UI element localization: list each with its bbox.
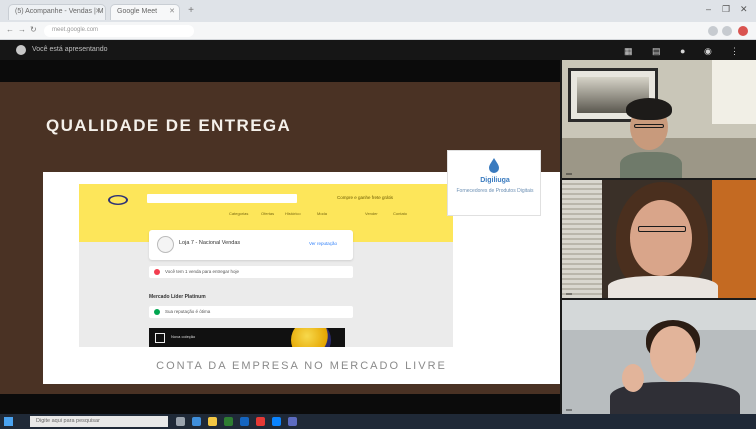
participant-tile[interactable]: [562, 180, 756, 298]
tab-label: (5) Acompanhe - Vendas | M: [15, 8, 104, 15]
row-text: Sua reputação é ótima: [165, 309, 211, 314]
store-card: Loja 7 - Nacional Vendas Ver reputação: [149, 230, 353, 260]
reload-icon[interactable]: ↻: [30, 25, 37, 34]
meet-presenting-bar: Você está apresentando ▦ ▤ ● ◉ ⋮: [0, 40, 756, 60]
list-item[interactable]: Você tem 1 venda para entregar hoje: [149, 266, 353, 278]
presenting-label: Você está apresentando: [32, 46, 108, 53]
close-window-button[interactable]: ✕: [740, 4, 748, 15]
forward-icon[interactable]: →: [18, 25, 26, 34]
participant-tile[interactable]: [562, 60, 756, 178]
outlook-icon[interactable]: [272, 417, 281, 426]
water-drop-icon: [489, 158, 499, 173]
shared-slide: QUALIDADE DE ENTREGA Compre e ganhe fret…: [0, 82, 560, 394]
extension-icon[interactable]: [722, 26, 732, 36]
mercado-livre-logo: [108, 195, 128, 205]
teams-icon[interactable]: [288, 417, 297, 426]
presenting-icon: [16, 45, 26, 55]
chat-icon[interactable]: ▤: [652, 46, 661, 57]
browser-tab-active[interactable]: Google Meet ✕: [110, 4, 180, 20]
tab-label: Google Meet: [117, 8, 158, 15]
promo-text: Compre e ganhe frete grátis: [337, 195, 394, 200]
banner-text: Nova coleção: [171, 334, 196, 339]
search-input[interactable]: [147, 194, 297, 203]
store-avatar: [157, 236, 174, 253]
participant-hair: [626, 98, 672, 120]
participant-face: [650, 326, 696, 382]
participant-hand: [622, 364, 644, 392]
taskbar-search-input[interactable]: Digite aqui para pesquisar: [30, 416, 168, 427]
logo-name: Digiliuga: [480, 177, 510, 184]
screen: (5) Acompanhe - Vendas | M ✕ Google Meet…: [0, 0, 756, 429]
chrome-icon[interactable]: [256, 417, 265, 426]
maximize-button[interactable]: ❐: [722, 4, 730, 15]
nav-item[interactable]: Moda: [317, 211, 327, 216]
grid-icon[interactable]: ▦: [624, 46, 633, 57]
brand-logo: [155, 333, 165, 343]
nav-item[interactable]: Ofertas: [261, 211, 274, 216]
more-icon[interactable]: ⋮: [730, 46, 739, 57]
logo-subtitle: Fornecedores de Produtos Digitais: [456, 188, 534, 194]
profile-avatar[interactable]: [738, 26, 748, 36]
check-icon: [154, 309, 160, 315]
nav-item[interactable]: Contato: [393, 211, 407, 216]
slide-caption: CONTA DA EMPRESA NO MERCADO LIVRE: [156, 360, 447, 372]
windows-start-icon[interactable]: [4, 417, 13, 426]
promo-banner[interactable]: Nova coleção: [149, 328, 345, 347]
edge-icon[interactable]: [192, 417, 201, 426]
glasses: [638, 226, 686, 232]
windows-taskbar: Digite aqui para pesquisar: [0, 414, 756, 429]
nav-item[interactable]: Categorias: [229, 211, 248, 216]
slide-top-margin: [0, 60, 560, 82]
slide-title: QUALIDADE DE ENTREGA: [46, 116, 292, 135]
participant-face: [630, 200, 692, 276]
close-icon[interactable]: ✕: [169, 7, 175, 15]
participant-name: [566, 409, 572, 411]
new-tab-button[interactable]: +: [184, 5, 198, 17]
participant-name: [566, 173, 572, 175]
slide-bottom-margin: [0, 394, 560, 414]
participant-body: [608, 276, 718, 298]
nav-item[interactable]: Vender: [365, 211, 378, 216]
word-icon[interactable]: [240, 417, 249, 426]
alert-icon: [154, 269, 160, 275]
back-icon[interactable]: ←: [6, 25, 14, 34]
ball-image: [291, 328, 331, 347]
reputation-link[interactable]: Ver reputação: [309, 241, 337, 246]
participant-body: [620, 152, 682, 178]
company-logo-card: Digiliuga Fornecedores de Produtos Digit…: [447, 150, 541, 216]
task-view-icon[interactable]: [176, 417, 185, 426]
excel-icon[interactable]: [224, 417, 233, 426]
folder-icon[interactable]: [208, 417, 217, 426]
address-bar-row: ← → ↻ meet.google.com: [0, 22, 756, 40]
minimize-button[interactable]: –: [706, 4, 711, 14]
list-item[interactable]: Sua reputação é ótima: [149, 306, 353, 318]
extension-icon[interactable]: [708, 26, 718, 36]
url-input[interactable]: meet.google.com: [44, 25, 194, 37]
nav-item[interactable]: Histórico: [285, 211, 301, 216]
section-title: Mercado Líder Platinum: [149, 294, 206, 300]
browser-tab-bar: (5) Acompanhe - Vendas | M ✕ Google Meet…: [0, 0, 756, 22]
participant-name: [566, 293, 572, 295]
background-window: [562, 180, 602, 298]
person-icon[interactable]: ●: [680, 46, 685, 56]
close-icon[interactable]: ✕: [95, 7, 101, 15]
background-wall: [712, 180, 756, 298]
people-icon[interactable]: ◉: [704, 46, 712, 57]
glasses: [634, 124, 664, 128]
browser-tab[interactable]: (5) Acompanhe - Vendas | M ✕: [8, 4, 106, 20]
store-name: Loja 7 - Nacional Vendas: [179, 240, 241, 246]
participant-tile[interactable]: [562, 300, 756, 414]
background-wall: [712, 60, 756, 124]
embedded-screenshot: Compre e ganhe frete grátis Categorias O…: [79, 184, 453, 347]
row-text: Você tem 1 venda para entregar hoje: [165, 269, 240, 274]
